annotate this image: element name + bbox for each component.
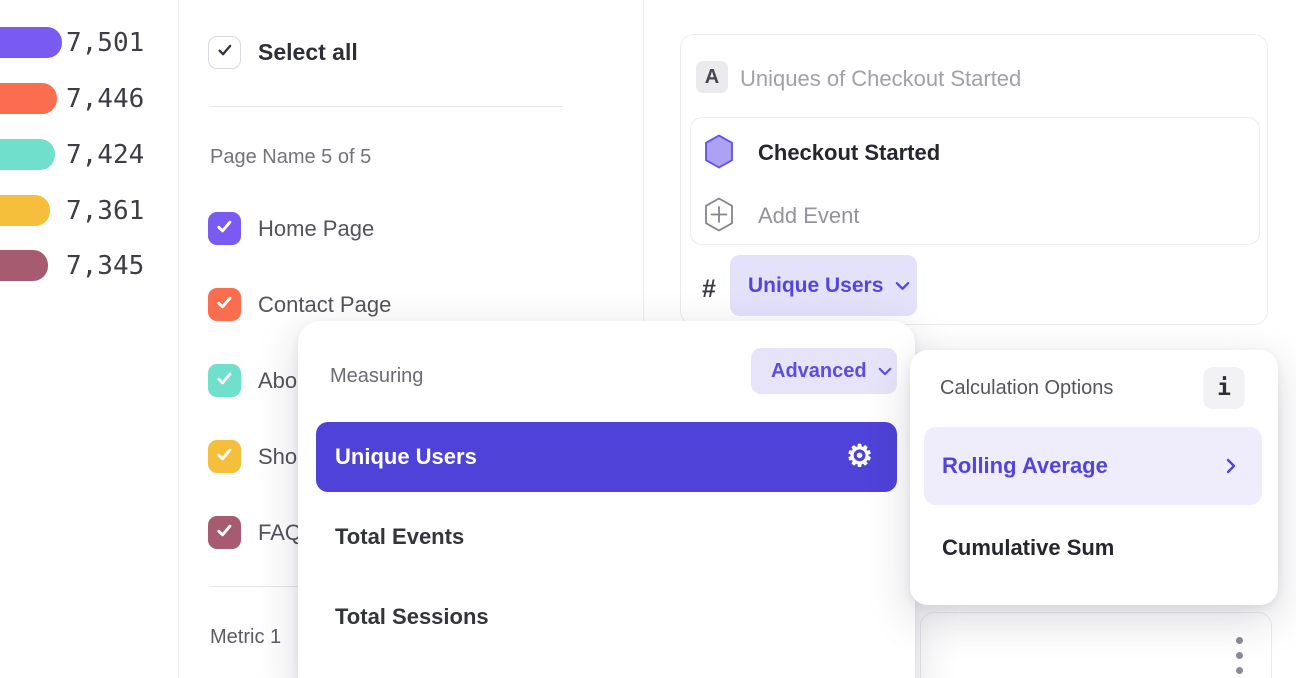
measuring-menu-title: Measuring [330,365,423,388]
checkbox-home-page[interactable] [208,212,241,245]
checkbox-faq-page[interactable] [208,516,241,549]
info-icon[interactable]: i [1203,367,1245,409]
chart-bar [0,250,48,281]
add-event-hexagon-icon [703,196,735,238]
calc-option-cumulative-sum[interactable]: Cumulative Sum [942,535,1114,561]
measuring-menu: Measuring Advanced Unique Users ⚙ Total … [298,321,915,678]
select-all-checkbox[interactable] [208,36,241,69]
menu-option-unique-users[interactable]: Unique Users ⚙ [316,422,897,492]
measure-dropdown[interactable]: Unique Users [730,255,917,316]
next-metric-card [920,612,1272,678]
checkbox-shop-page[interactable] [208,440,241,473]
chevron-down-icon [878,367,892,376]
checkmark-icon [215,369,234,393]
calculation-options-menu: Calculation Options i Rolling Average Cu… [910,350,1278,605]
metric-label: Metric 1 [210,626,281,649]
panel-divider [178,0,179,678]
calc-option-label: Rolling Average [942,453,1108,479]
insights-screen: 7,501 7,446 7,424 7,361 7,345 Select all… [0,0,1296,678]
chart-bar [0,83,57,114]
advanced-mode-label: Advanced [771,360,867,383]
gear-icon[interactable]: ⚙ [846,442,873,472]
checkbox-contact-page[interactable] [208,288,241,321]
menu-option-total-sessions[interactable]: Total Sessions [335,604,489,630]
filter-group-label: Page Name 5 of 5 [210,146,371,169]
measure-dropdown-label: Unique Users [748,274,883,298]
event-name[interactable]: Checkout Started [758,140,940,166]
divider [210,106,563,107]
measure-symbol: # [702,275,716,304]
chart-bar [0,195,50,226]
checkmark-icon [215,293,234,317]
bar-value-label: 7,361 [66,195,144,226]
bar-value-label: 7,501 [66,27,144,58]
chevron-right-icon [1226,458,1236,474]
checkmark-icon [215,217,234,241]
select-all-label[interactable]: Select all [258,36,358,69]
bar-value-label: 7,424 [66,139,144,170]
calc-option-rolling-average[interactable]: Rolling Average [924,427,1262,505]
chart-bar [0,27,62,58]
event-hexagon-icon [703,133,735,175]
bar-value-label: 7,345 [66,250,144,281]
series-title-input[interactable]: Uniques of Checkout Started [740,66,1021,92]
series-badge: A [696,61,728,93]
advanced-mode-dropdown[interactable]: Advanced [751,348,897,394]
menu-option-total-events[interactable]: Total Events [335,524,464,550]
calculation-options-title: Calculation Options [940,377,1113,400]
chart-bar [0,139,55,170]
chevron-down-icon [895,281,910,291]
checkbox-about-page[interactable] [208,364,241,397]
kebab-menu-icon[interactable] [1236,637,1243,674]
checkmark-icon [216,41,234,64]
checkmark-icon [215,445,234,469]
menu-option-label: Unique Users [335,444,477,470]
add-event-button[interactable]: Add Event [758,203,860,229]
bar-value-label: 7,446 [66,83,144,114]
filter-item-label[interactable]: Contact Page [258,288,391,321]
filter-item-label[interactable]: Home Page [258,212,374,245]
checkmark-icon [215,521,234,545]
